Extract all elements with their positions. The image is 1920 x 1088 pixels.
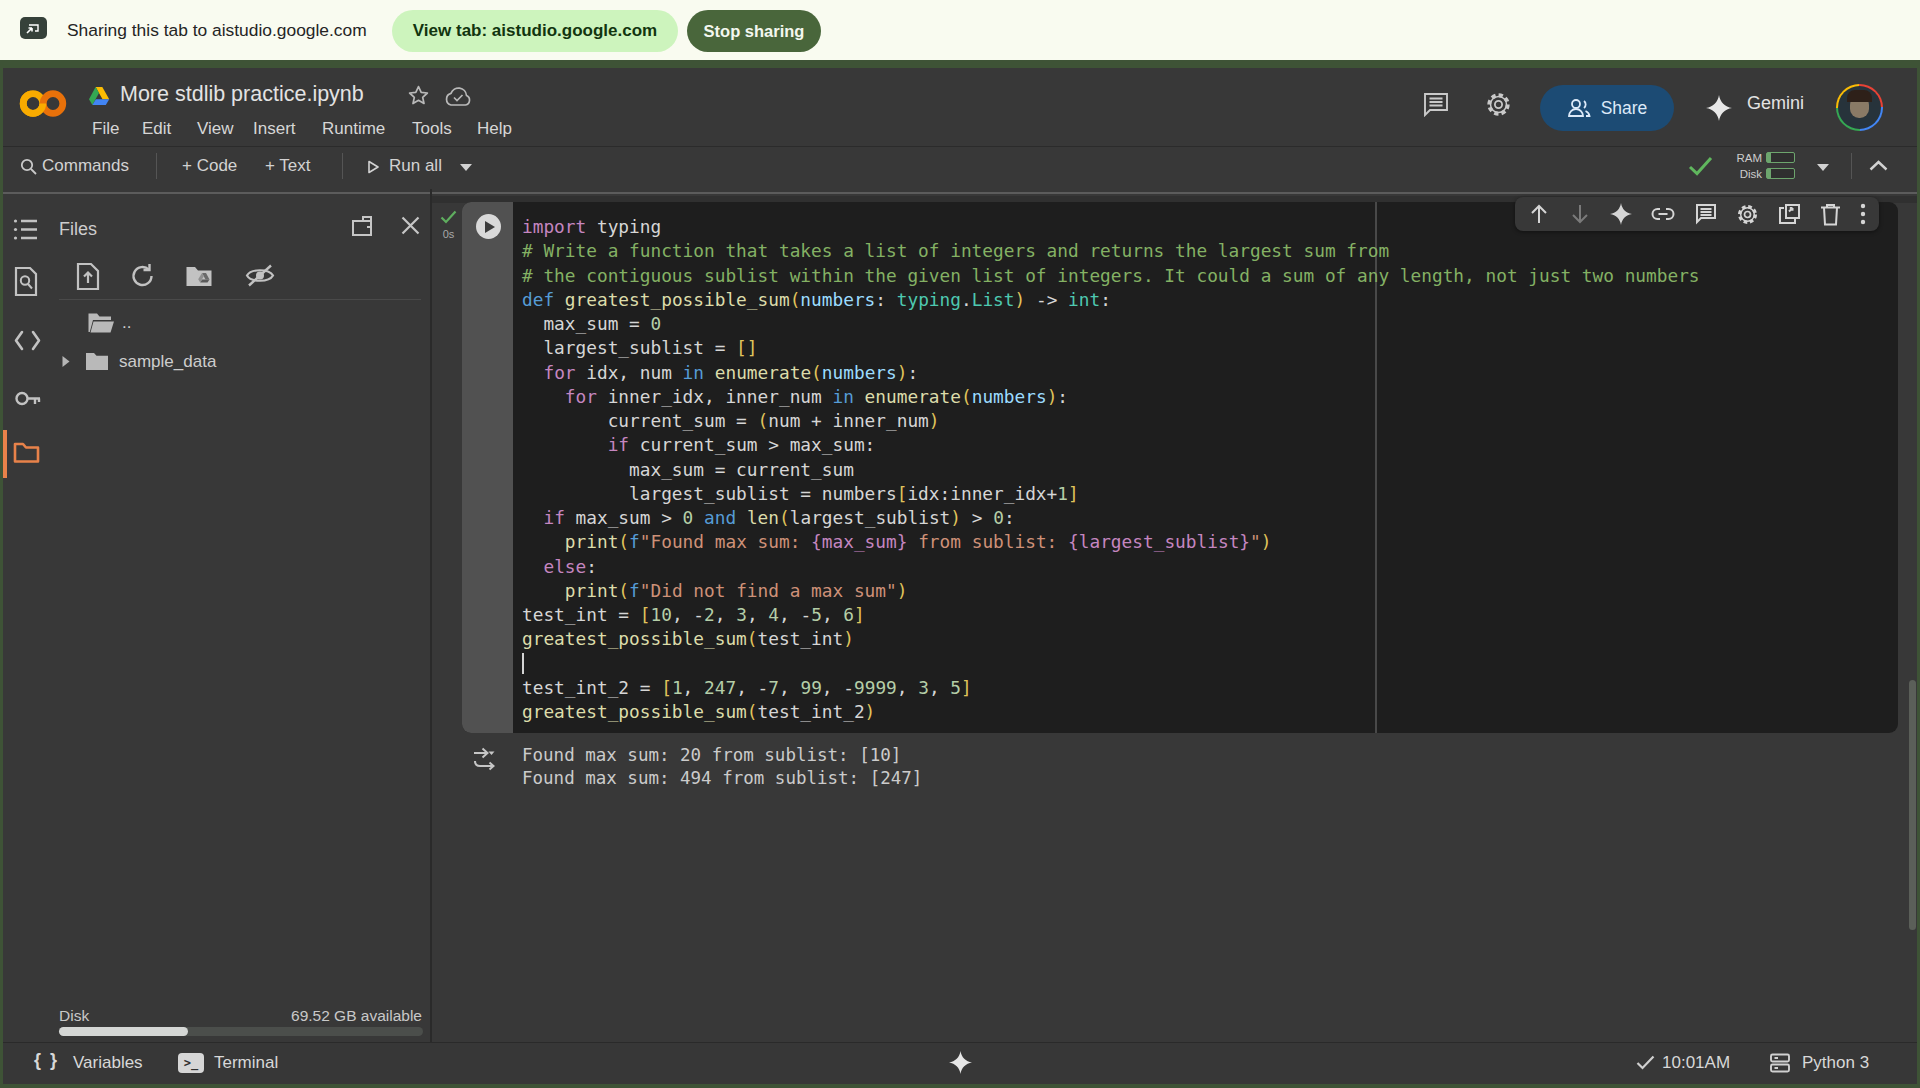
- commands-button[interactable]: Commands: [42, 155, 129, 177]
- add-text-button[interactable]: + Text: [265, 155, 311, 177]
- hide-hidden-files-icon[interactable]: [245, 263, 275, 288]
- cell-output: Found max sum: 20 from sublist: [10]Foun…: [522, 744, 922, 791]
- disk-usage-fill: [59, 1027, 188, 1036]
- shared-tab-border-top: [0, 60, 1920, 68]
- add-code-button[interactable]: + Code: [182, 155, 237, 177]
- disk-available-label: 69.52 GB available: [200, 1007, 422, 1025]
- menu-runtime[interactable]: Runtime: [322, 119, 385, 139]
- gemini-label[interactable]: Gemini: [1747, 93, 1804, 114]
- open-panel-window-icon[interactable]: [351, 215, 373, 237]
- output-icon: [473, 747, 495, 771]
- code-snippets-icon[interactable]: [14, 330, 41, 351]
- files-divider: [59, 299, 421, 300]
- resources-dropdown-icon[interactable]: [1816, 163, 1830, 172]
- close-files-panel-icon[interactable]: [400, 215, 421, 236]
- connected-check-icon: [1636, 1055, 1655, 1070]
- mirror-cell-icon[interactable]: [1778, 203, 1801, 225]
- secrets-key-icon[interactable]: [14, 388, 42, 409]
- menu-edit[interactable]: Edit: [142, 119, 171, 139]
- variables-button[interactable]: Variables: [73, 1052, 143, 1074]
- files-folder-icon[interactable]: [13, 440, 40, 464]
- last-saved-time: 10:01AM: [1662, 1052, 1730, 1074]
- upload-file-icon[interactable]: [76, 262, 100, 291]
- move-cell-down-icon[interactable]: [1569, 203, 1591, 225]
- star-icon[interactable]: [407, 84, 430, 107]
- resources-check-icon: [1688, 156, 1713, 176]
- files-panel-title: Files: [59, 219, 97, 240]
- toolbar-divider: [156, 153, 157, 179]
- refresh-files-icon[interactable]: [130, 263, 155, 289]
- menu-help[interactable]: Help: [477, 119, 512, 139]
- terminal-button[interactable]: Terminal: [214, 1052, 278, 1074]
- cell-sparkle-icon[interactable]: [1610, 203, 1632, 225]
- search-icon: [20, 158, 37, 175]
- parent-folder-icon: [87, 312, 115, 334]
- menu-file[interactable]: File: [92, 119, 119, 139]
- variables-icon: { }: [34, 1050, 59, 1071]
- cell-toolbar: [1515, 197, 1879, 231]
- disk-usage-label: Disk: [59, 1007, 89, 1025]
- disk-meter[interactable]: [1766, 168, 1795, 179]
- avatar[interactable]: [1836, 84, 1883, 131]
- delete-cell-icon[interactable]: [1820, 203, 1841, 226]
- table-of-contents-icon[interactable]: [13, 218, 38, 241]
- cell-success-icon: [440, 210, 457, 224]
- menu-view[interactable]: View: [197, 119, 234, 139]
- screen-share-icon: [20, 17, 47, 39]
- cell-gutter: [462, 202, 513, 733]
- scrollbar-thumb[interactable]: [1909, 680, 1916, 930]
- folder-icon: [85, 352, 109, 371]
- settings-gear-icon[interactable]: [1485, 91, 1512, 118]
- mount-drive-icon[interactable]: [185, 265, 213, 288]
- collapse-toolbar-icon[interactable]: [1869, 160, 1888, 171]
- view-tab-button[interactable]: View tab: aistudio.google.com: [392, 10, 678, 52]
- cell-settings-icon[interactable]: [1736, 203, 1759, 226]
- cloud-save-icon[interactable]: [444, 86, 472, 107]
- runtime-rack-icon: [1769, 1052, 1791, 1074]
- code-cell[interactable]: import typing# Write a function that tak…: [462, 202, 1898, 733]
- ram-meter[interactable]: [1766, 152, 1795, 163]
- move-cell-up-icon[interactable]: [1528, 203, 1550, 225]
- sharing-message: Sharing this tab to aistudio.google.com: [67, 0, 367, 60]
- menu-insert[interactable]: Insert: [253, 119, 296, 139]
- text-cursor: [522, 653, 524, 674]
- share-button[interactable]: Share: [1540, 85, 1674, 131]
- notebook-title[interactable]: More stdlib practice.ipynb: [120, 82, 364, 107]
- disk-label-toolbar: Disk: [1716, 168, 1762, 181]
- tab-sharing-bar: Sharing this tab to aistudio.google.com …: [0, 0, 1920, 60]
- ram-label: RAM: [1716, 152, 1762, 165]
- run-cell-button[interactable]: [476, 214, 501, 239]
- menu-tools[interactable]: Tools: [412, 119, 452, 139]
- toolbar-divider: [1851, 153, 1852, 179]
- cell-exec-time: 0s: [438, 228, 459, 240]
- terminal-icon: >_: [178, 1053, 204, 1073]
- runtime-type-label[interactable]: Python 3: [1802, 1052, 1869, 1074]
- toolbar-divider: [342, 153, 343, 179]
- run-all-button[interactable]: Run all: [389, 155, 442, 177]
- add-comment-icon[interactable]: [1695, 203, 1717, 225]
- run-all-dropdown-icon[interactable]: [459, 163, 473, 172]
- comments-icon[interactable]: [1423, 92, 1449, 117]
- parent-folder-item[interactable]: ..: [122, 313, 131, 333]
- more-options-icon[interactable]: [1860, 203, 1866, 225]
- expand-caret-icon[interactable]: [61, 355, 71, 368]
- find-replace-icon[interactable]: [14, 266, 39, 297]
- shared-tab-border-left: [0, 60, 3, 1088]
- share-label: Share: [1601, 98, 1648, 119]
- active-panel-indicator: [3, 430, 7, 478]
- panel-divider[interactable]: [430, 189, 432, 1042]
- colab-logo[interactable]: [19, 86, 68, 121]
- gemini-sparkle-icon[interactable]: [1706, 95, 1732, 121]
- run-all-icon[interactable]: [367, 160, 380, 174]
- copy-link-icon[interactable]: [1651, 203, 1675, 225]
- stop-sharing-button[interactable]: Stop sharing: [687, 10, 821, 52]
- sample-data-folder-item[interactable]: sample_data: [119, 352, 216, 372]
- people-icon: [1567, 98, 1591, 118]
- code-editor[interactable]: import typing# Write a function that tak…: [522, 215, 1700, 724]
- footer-sparkle-icon[interactable]: [949, 1051, 972, 1074]
- drive-file-icon: [88, 87, 110, 107]
